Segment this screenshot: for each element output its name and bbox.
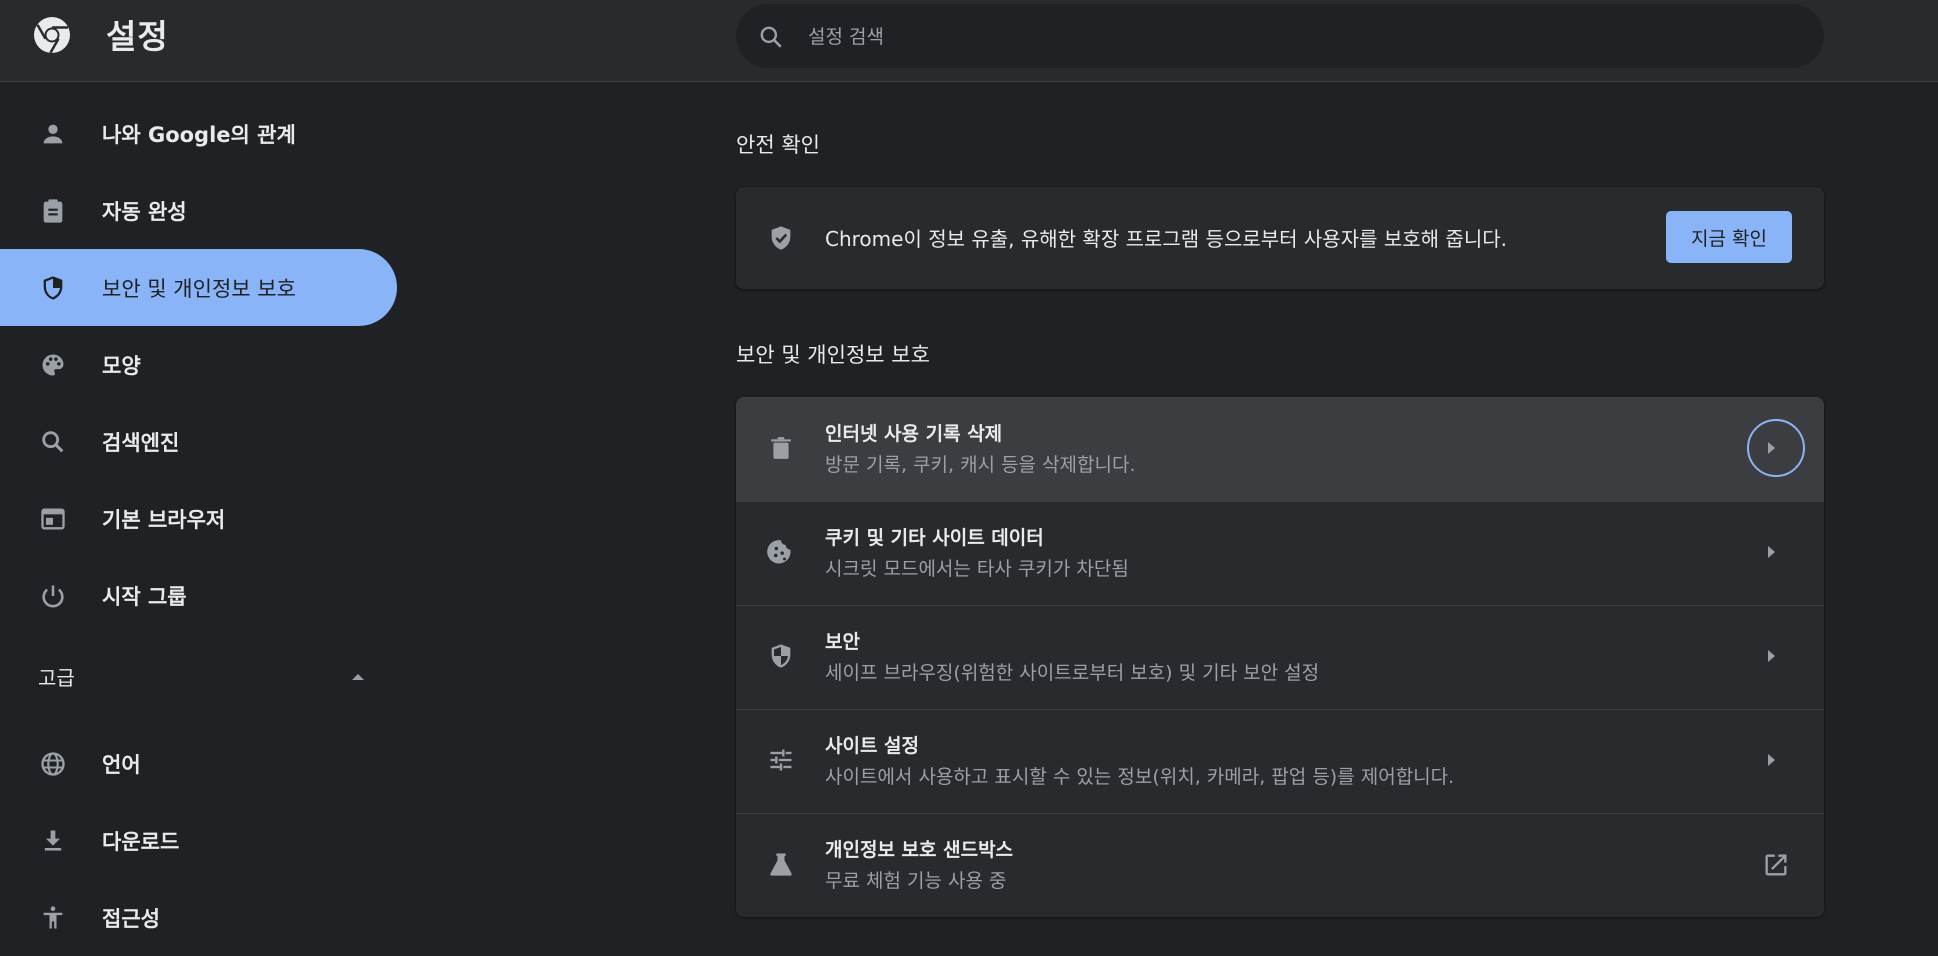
clipboard-icon xyxy=(38,196,68,226)
row-title: 개인정보 보호 샌드박스 xyxy=(825,839,1014,861)
tune-icon xyxy=(766,745,796,775)
browser-window-icon xyxy=(38,504,68,534)
palette-icon xyxy=(38,350,68,380)
sidebar-item-label: 보안 및 개인정보 보호 xyxy=(102,276,296,301)
sidebar-advanced-toggle[interactable]: 고급 xyxy=(0,643,397,709)
arrow-right-icon[interactable] xyxy=(1764,438,1778,458)
advanced-label: 고급 xyxy=(38,665,75,690)
chrome-logo-icon xyxy=(34,17,70,54)
sidebar-item-privacy-security[interactable]: 보안 및 개인정보 보호 xyxy=(0,249,397,326)
safety-check-description: Chrome이 정보 유출, 유해한 확장 프로그램 등으로부터 사용자를 보호… xyxy=(825,227,1507,251)
sidebar: 나와 Google의 관계 자동 완성 보안 및 개인정보 보호 모양 검색엔진… xyxy=(0,83,400,952)
power-icon xyxy=(38,581,68,611)
privacy-security-heading: 보안 및 개인정보 보호 xyxy=(736,343,930,367)
sidebar-item-on-startup[interactable]: 시작 그룹 xyxy=(0,557,397,634)
row-title: 사이트 설정 xyxy=(825,735,920,757)
row-title: 보안 xyxy=(825,631,860,653)
shield-check-icon xyxy=(766,223,796,253)
row-clear-browsing-data[interactable]: 인터넷 사용 기록 삭제 방문 기록, 쿠키, 캐시 등을 삭제합니다. xyxy=(736,397,1824,501)
shield-icon xyxy=(38,273,68,303)
sidebar-item-appearance[interactable]: 모양 xyxy=(0,326,397,403)
row-title: 쿠키 및 기타 사이트 데이터 xyxy=(825,527,1044,549)
row-title: 인터넷 사용 기록 삭제 xyxy=(825,423,1003,445)
cookie-icon xyxy=(766,537,796,567)
sidebar-item-label: 나와 Google의 관계 xyxy=(102,122,296,147)
search-icon xyxy=(760,26,782,48)
sidebar-item-label: 기본 브라우저 xyxy=(102,507,226,532)
trash-icon xyxy=(766,433,796,463)
sidebar-item-label: 모양 xyxy=(102,353,141,378)
sidebar-item-languages[interactable]: 언어 xyxy=(0,725,397,802)
search-input[interactable] xyxy=(808,20,1788,54)
sidebar-item-label: 접근성 xyxy=(102,906,160,931)
globe-icon xyxy=(38,749,68,779)
row-privacy-sandbox[interactable]: 개인정보 보호 샌드박스 무료 체험 기능 사용 중 xyxy=(736,813,1824,917)
person-icon xyxy=(38,119,68,149)
safety-check-heading: 안전 확인 xyxy=(736,133,820,157)
row-subtitle: 방문 기록, 쿠키, 캐시 등을 삭제합니다. xyxy=(825,454,1136,476)
caret-up-icon xyxy=(352,674,364,680)
sidebar-item-label: 다운로드 xyxy=(102,829,180,854)
sidebar-item-label: 언어 xyxy=(102,752,141,777)
page-title: 설정 xyxy=(106,17,169,56)
row-subtitle: 사이트에서 사용하고 표시할 수 있는 정보(위치, 카메라, 팝업 등)를 제… xyxy=(825,766,1455,788)
sidebar-item-label: 자동 완성 xyxy=(102,199,187,224)
sidebar-item-label: 시작 그룹 xyxy=(102,584,187,609)
open-in-new-icon[interactable] xyxy=(1762,851,1790,879)
safety-check-card: Chrome이 정보 유출, 유해한 확장 프로그램 등으로부터 사용자를 보호… xyxy=(736,187,1824,289)
accessibility-icon xyxy=(38,903,68,933)
row-site-settings[interactable]: 사이트 설정 사이트에서 사용하고 표시할 수 있는 정보(위치, 카메라, 팝… xyxy=(736,709,1824,813)
row-subtitle: 시크릿 모드에서는 타사 쿠키가 차단됨 xyxy=(825,558,1129,580)
arrow-right-icon[interactable] xyxy=(1764,646,1778,666)
sidebar-item-search-engine[interactable]: 검색엔진 xyxy=(0,403,397,480)
top-bar: 설정 xyxy=(0,0,1938,82)
search-bar[interactable] xyxy=(736,4,1824,68)
flask-icon xyxy=(766,849,796,879)
sidebar-item-default-browser[interactable]: 기본 브라우저 xyxy=(0,480,397,557)
shield-icon xyxy=(766,641,796,671)
sidebar-item-label: 검색엔진 xyxy=(102,430,180,455)
arrow-right-icon[interactable] xyxy=(1764,750,1778,770)
check-now-button[interactable]: 지금 확인 xyxy=(1666,211,1792,263)
privacy-security-card: 인터넷 사용 기록 삭제 방문 기록, 쿠키, 캐시 등을 삭제합니다. 쿠키 … xyxy=(736,397,1824,917)
row-security[interactable]: 보안 세이프 브라우징(위험한 사이트로부터 보호) 및 기타 보안 설정 xyxy=(736,605,1824,709)
download-icon xyxy=(38,826,68,856)
row-cookies[interactable]: 쿠키 및 기타 사이트 데이터 시크릿 모드에서는 타사 쿠키가 차단됨 xyxy=(736,501,1824,605)
sidebar-item-you-and-google[interactable]: 나와 Google의 관계 xyxy=(0,95,397,172)
arrow-right-icon[interactable] xyxy=(1764,542,1778,562)
sidebar-item-accessibility[interactable]: 접근성 xyxy=(0,879,397,956)
row-subtitle: 무료 체험 기능 사용 중 xyxy=(825,870,1007,892)
search-icon xyxy=(38,427,68,457)
row-subtitle: 세이프 브라우징(위험한 사이트로부터 보호) 및 기타 보안 설정 xyxy=(825,662,1320,684)
sidebar-item-downloads[interactable]: 다운로드 xyxy=(0,802,397,879)
sidebar-item-autofill[interactable]: 자동 완성 xyxy=(0,172,397,249)
